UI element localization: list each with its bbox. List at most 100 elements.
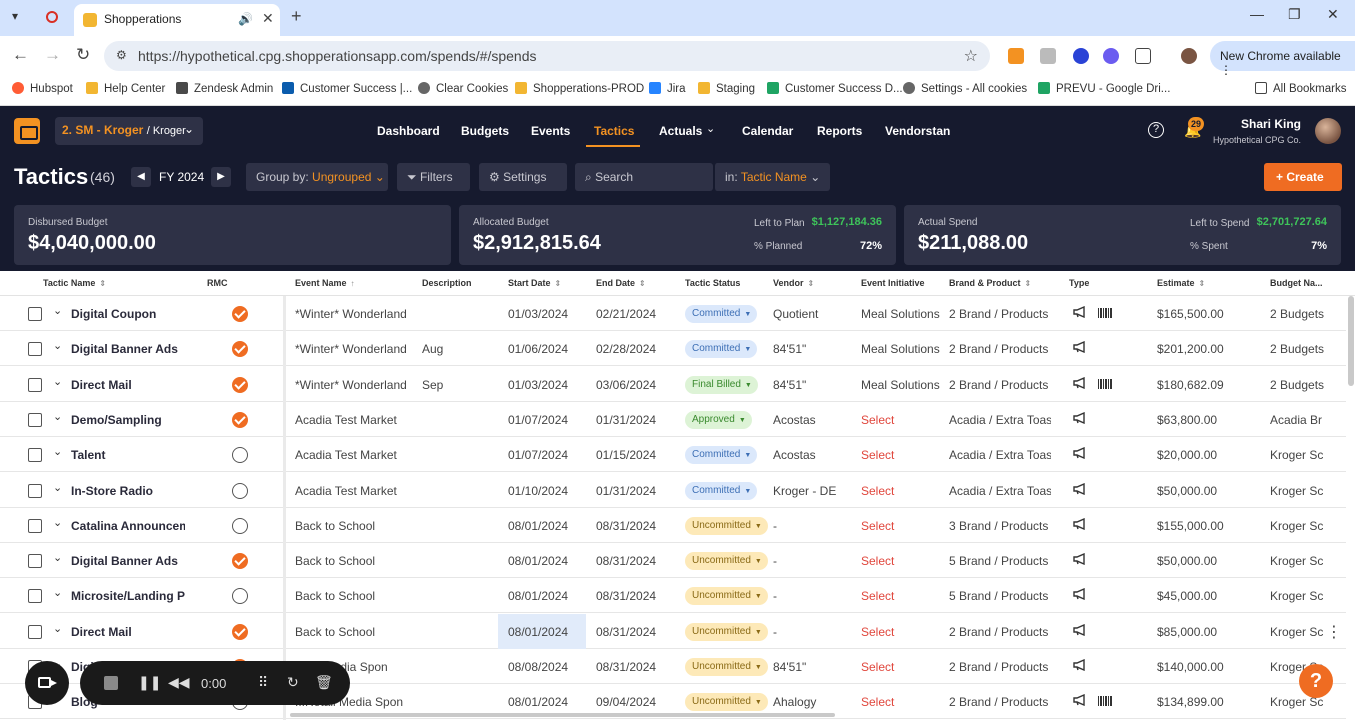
create-button[interactable]: + Create: [1264, 163, 1342, 191]
header-tactic-name[interactable]: Tactic Name ⇕: [43, 278, 106, 288]
row-checkbox[interactable]: [28, 518, 42, 533]
event-initiative[interactable]: Select: [861, 519, 941, 533]
brand-product[interactable]: Acadia / Extra Toas: [949, 484, 1051, 498]
nav-vendorstan[interactable]: Vendorstan: [885, 124, 950, 138]
brand-product[interactable]: 2 Brand / Products: [949, 342, 1051, 356]
extensions-puzzle-icon[interactable]: [1135, 48, 1151, 64]
chrome-menu-icon[interactable]: ⋮: [1220, 63, 1232, 77]
search-input[interactable]: ⌕ Search: [575, 163, 713, 191]
table-row[interactable]: ⌄ Digital Banner Ads *Winter* Wonderland Au…: [0, 331, 1346, 367]
rmc-unchecked-icon[interactable]: [232, 588, 248, 605]
event-initiative[interactable]: Select: [861, 589, 941, 603]
restore-icon[interactable]: ❐: [1288, 6, 1301, 23]
end-date[interactable]: 02/28/2024: [596, 342, 656, 356]
rmc-checked-icon[interactable]: [232, 553, 248, 570]
start-date[interactable]: 01/07/2024: [508, 448, 568, 462]
trash-icon[interactable]: 🗑: [315, 674, 333, 691]
end-date[interactable]: 09/04/2024: [596, 695, 656, 709]
expand-chevron-icon[interactable]: ⌄: [53, 481, 62, 494]
bookmark-item[interactable]: Jira: [649, 82, 686, 95]
table-row[interactable]: ⌄ Demo/Sampling Acadia Test Market 01/07/20…: [0, 402, 1346, 437]
header-brand-product[interactable]: Brand & Product ⇕: [949, 278, 1031, 288]
rmc-checked-icon[interactable]: [232, 341, 248, 358]
rmc-unchecked-icon[interactable]: [232, 447, 248, 464]
rmc-checked-icon[interactable]: [232, 376, 248, 393]
expand-chevron-icon[interactable]: ⌄: [53, 375, 62, 388]
tactic-status-dropdown[interactable]: Committed ▼: [685, 305, 758, 323]
close-tab-icon[interactable]: ✕: [262, 10, 274, 27]
bookmark-star-icon[interactable]: ☆: [964, 46, 978, 66]
table-row[interactable]: ⌄ In-Store Radio Acadia Test Market 01/10/2…: [0, 473, 1346, 508]
table-row[interactable]: ⌄ Catalina Announceme Back to School 08/01/…: [0, 508, 1346, 543]
event-initiative[interactable]: Select: [861, 413, 941, 427]
row-actions-kebab-icon[interactable]: ⋮: [1326, 622, 1342, 642]
tactic-status-dropdown[interactable]: Uncommitted ▼: [685, 622, 768, 641]
table-row[interactable]: ⌄ Microsite/Landing Pa Back to School 08/01…: [0, 578, 1346, 614]
extension-orange-icon[interactable]: [1008, 48, 1024, 64]
header-vendor[interactable]: Vendor ⇕: [773, 278, 814, 288]
extension-blue-icon[interactable]: [1073, 48, 1089, 64]
tactic-name[interactable]: Direct Mail: [71, 625, 185, 639]
bookmark-item[interactable]: Staging: [698, 82, 755, 95]
avatar[interactable]: [1315, 118, 1341, 144]
brand-product[interactable]: 2 Brand / Products: [949, 378, 1051, 392]
start-date[interactable]: 01/07/2024: [508, 413, 568, 427]
event-initiative[interactable]: Select: [861, 554, 941, 568]
tactic-status-dropdown[interactable]: Committed ▼: [685, 446, 758, 465]
extension-star-icon[interactable]: [1103, 48, 1119, 64]
table-row[interactable]: ⌄ Talent Acadia Test Market 01/07/2024 01/15…: [0, 437, 1346, 473]
start-date[interactable]: 08/08/2024: [508, 660, 568, 674]
rmc-checked-icon[interactable]: [232, 306, 248, 322]
header-start-date[interactable]: Start Date ⇕: [508, 278, 561, 288]
tactic-name[interactable]: In-Store Radio: [71, 484, 185, 498]
end-date[interactable]: 08/31/2024: [596, 625, 656, 639]
expand-chevron-icon[interactable]: ⌄: [53, 551, 62, 564]
all-bookmarks[interactable]: All Bookmarks: [1255, 82, 1347, 95]
tactic-status-dropdown[interactable]: Uncommitted ▼: [685, 658, 768, 676]
row-checkbox[interactable]: [28, 377, 42, 392]
end-date[interactable]: 08/31/2024: [596, 519, 656, 533]
bookmark-item[interactable]: Hubspot: [12, 82, 73, 95]
tactic-name[interactable]: Direct Mail: [71, 378, 185, 392]
brand-product[interactable]: 5 Brand / Products: [949, 589, 1051, 603]
stop-recording-icon[interactable]: [104, 676, 118, 690]
back-icon[interactable]: ←: [12, 45, 29, 65]
end-date[interactable]: 03/06/2024: [596, 378, 656, 392]
account-selector[interactable]: 2. SM - Kroger / Kroger ⌄: [55, 117, 203, 145]
tactic-status-dropdown[interactable]: Uncommitted ▼: [685, 516, 768, 535]
event-initiative[interactable]: Select: [861, 484, 941, 498]
brand-product[interactable]: Acadia / Extra Toas: [949, 448, 1051, 462]
expand-chevron-icon[interactable]: ⌄: [53, 304, 62, 317]
vertical-scrollbar[interactable]: [1348, 296, 1354, 386]
start-date[interactable]: 08/01/2024: [508, 695, 568, 709]
start-date[interactable]: 08/01/2024: [508, 519, 568, 533]
start-date[interactable]: 08/01/2024: [508, 589, 568, 603]
forward-icon[interactable]: →: [44, 45, 61, 65]
expand-chevron-icon[interactable]: ⌄: [53, 410, 62, 423]
expand-chevron-icon[interactable]: ⌄: [53, 586, 62, 599]
speaker-icon[interactable]: 🔊: [238, 12, 253, 26]
drag-handle-icon[interactable]: ⠿: [258, 674, 268, 691]
rmc-unchecked-icon[interactable]: [232, 517, 248, 534]
site-info-icon[interactable]: ⚙: [116, 48, 127, 62]
row-checkbox[interactable]: [28, 342, 42, 357]
brand-product[interactable]: 3 Brand / Products: [949, 519, 1051, 533]
restart-icon[interactable]: ↻: [287, 674, 299, 691]
bookmark-item[interactable]: Zendesk Admin: [176, 82, 273, 95]
tactic-status-dropdown[interactable]: Uncommitted ▼: [685, 552, 768, 571]
tactic-name[interactable]: Microsite/Landing Pa: [71, 589, 185, 603]
rmc-checked-icon[interactable]: [232, 623, 248, 640]
expand-chevron-icon[interactable]: ⌄: [53, 516, 62, 529]
row-checkbox[interactable]: [28, 307, 42, 321]
tactic-name[interactable]: Demo/Sampling: [71, 413, 185, 427]
tactic-name[interactable]: Catalina Announceme: [71, 519, 185, 533]
tactic-name[interactable]: Digital Banner Ads: [71, 554, 185, 568]
table-row[interactable]: ⌄ Direct Mail *Winter* Wonderland Sep 01/03/…: [0, 367, 1346, 402]
start-date[interactable]: 01/06/2024: [508, 342, 568, 356]
rmc-checked-icon[interactable]: [232, 411, 248, 428]
extension-gray-icon[interactable]: [1040, 48, 1056, 64]
group-by-dropdown[interactable]: Group by: Ungrouped ⌄: [246, 163, 388, 191]
bookmark-item[interactable]: Customer Success D...: [767, 82, 903, 95]
prev-year-button[interactable]: ◀: [131, 167, 151, 187]
pause-icon[interactable]: ❚❚: [138, 674, 161, 691]
